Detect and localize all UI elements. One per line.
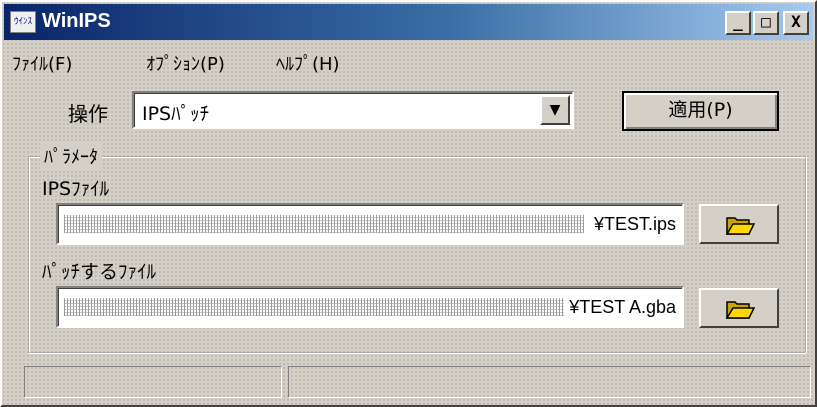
target-browse-button[interactable] (699, 288, 779, 328)
ips-file-label: IPSﾌｧｲﾙ (42, 178, 110, 200)
title-bar[interactable]: ｳｲﾝｽ WinIPS _ □ X (4, 4, 813, 40)
menu-bar: ﾌｧｲﾙ(F) ｵﾌﾟｼｮﾝ(P) ﾍﾙﾌﾟ(H) (4, 42, 813, 76)
status-pane-right (288, 366, 811, 398)
menu-help[interactable]: ﾍﾙﾌﾟ(H) (276, 50, 340, 76)
operation-selected-value: IPSﾊﾟｯﾁ (142, 103, 210, 125)
operation-label: 操作 (68, 102, 108, 126)
menu-file[interactable]: ﾌｧｲﾙ(F) (12, 50, 72, 76)
parameters-legend: ﾊﾟﾗﾒｰﾀ (40, 143, 102, 169)
window-title: WinIPS (42, 10, 111, 32)
minimize-button[interactable]: _ (725, 11, 751, 35)
target-file-label: ﾊﾟｯﾁするﾌｧｲﾙ (42, 261, 157, 283)
operation-select[interactable]: IPSﾊﾟｯﾁ ▼ (132, 91, 574, 129)
close-button[interactable]: X (783, 11, 809, 35)
dropdown-arrow-icon[interactable]: ▼ (540, 95, 570, 125)
menu-options[interactable]: ｵﾌﾟｼｮﾝ(P) (146, 50, 225, 76)
ips-file-input[interactable]: ¥TEST.ips (56, 203, 684, 245)
redacted-path (64, 298, 564, 316)
ips-browse-button[interactable] (699, 204, 779, 244)
redacted-path (64, 215, 584, 233)
maximize-button[interactable]: □ (753, 11, 779, 35)
main-window: ｳｲﾝｽ WinIPS _ □ X ﾌｧｲﾙ(F) ｵﾌﾟｼｮﾝ(P) ﾍﾙﾌﾟ… (0, 0, 817, 407)
ips-file-path: ¥TEST.ips (591, 214, 676, 235)
app-icon[interactable]: ｳｲﾝｽ (10, 11, 36, 33)
target-file-input[interactable]: ¥TEST A.gba (56, 286, 684, 328)
open-folder-icon (725, 301, 755, 319)
open-folder-icon (725, 217, 755, 235)
status-pane-left (24, 366, 282, 398)
target-file-path: ¥TEST A.gba (567, 297, 676, 318)
apply-button[interactable]: 適用(P) (622, 91, 779, 131)
